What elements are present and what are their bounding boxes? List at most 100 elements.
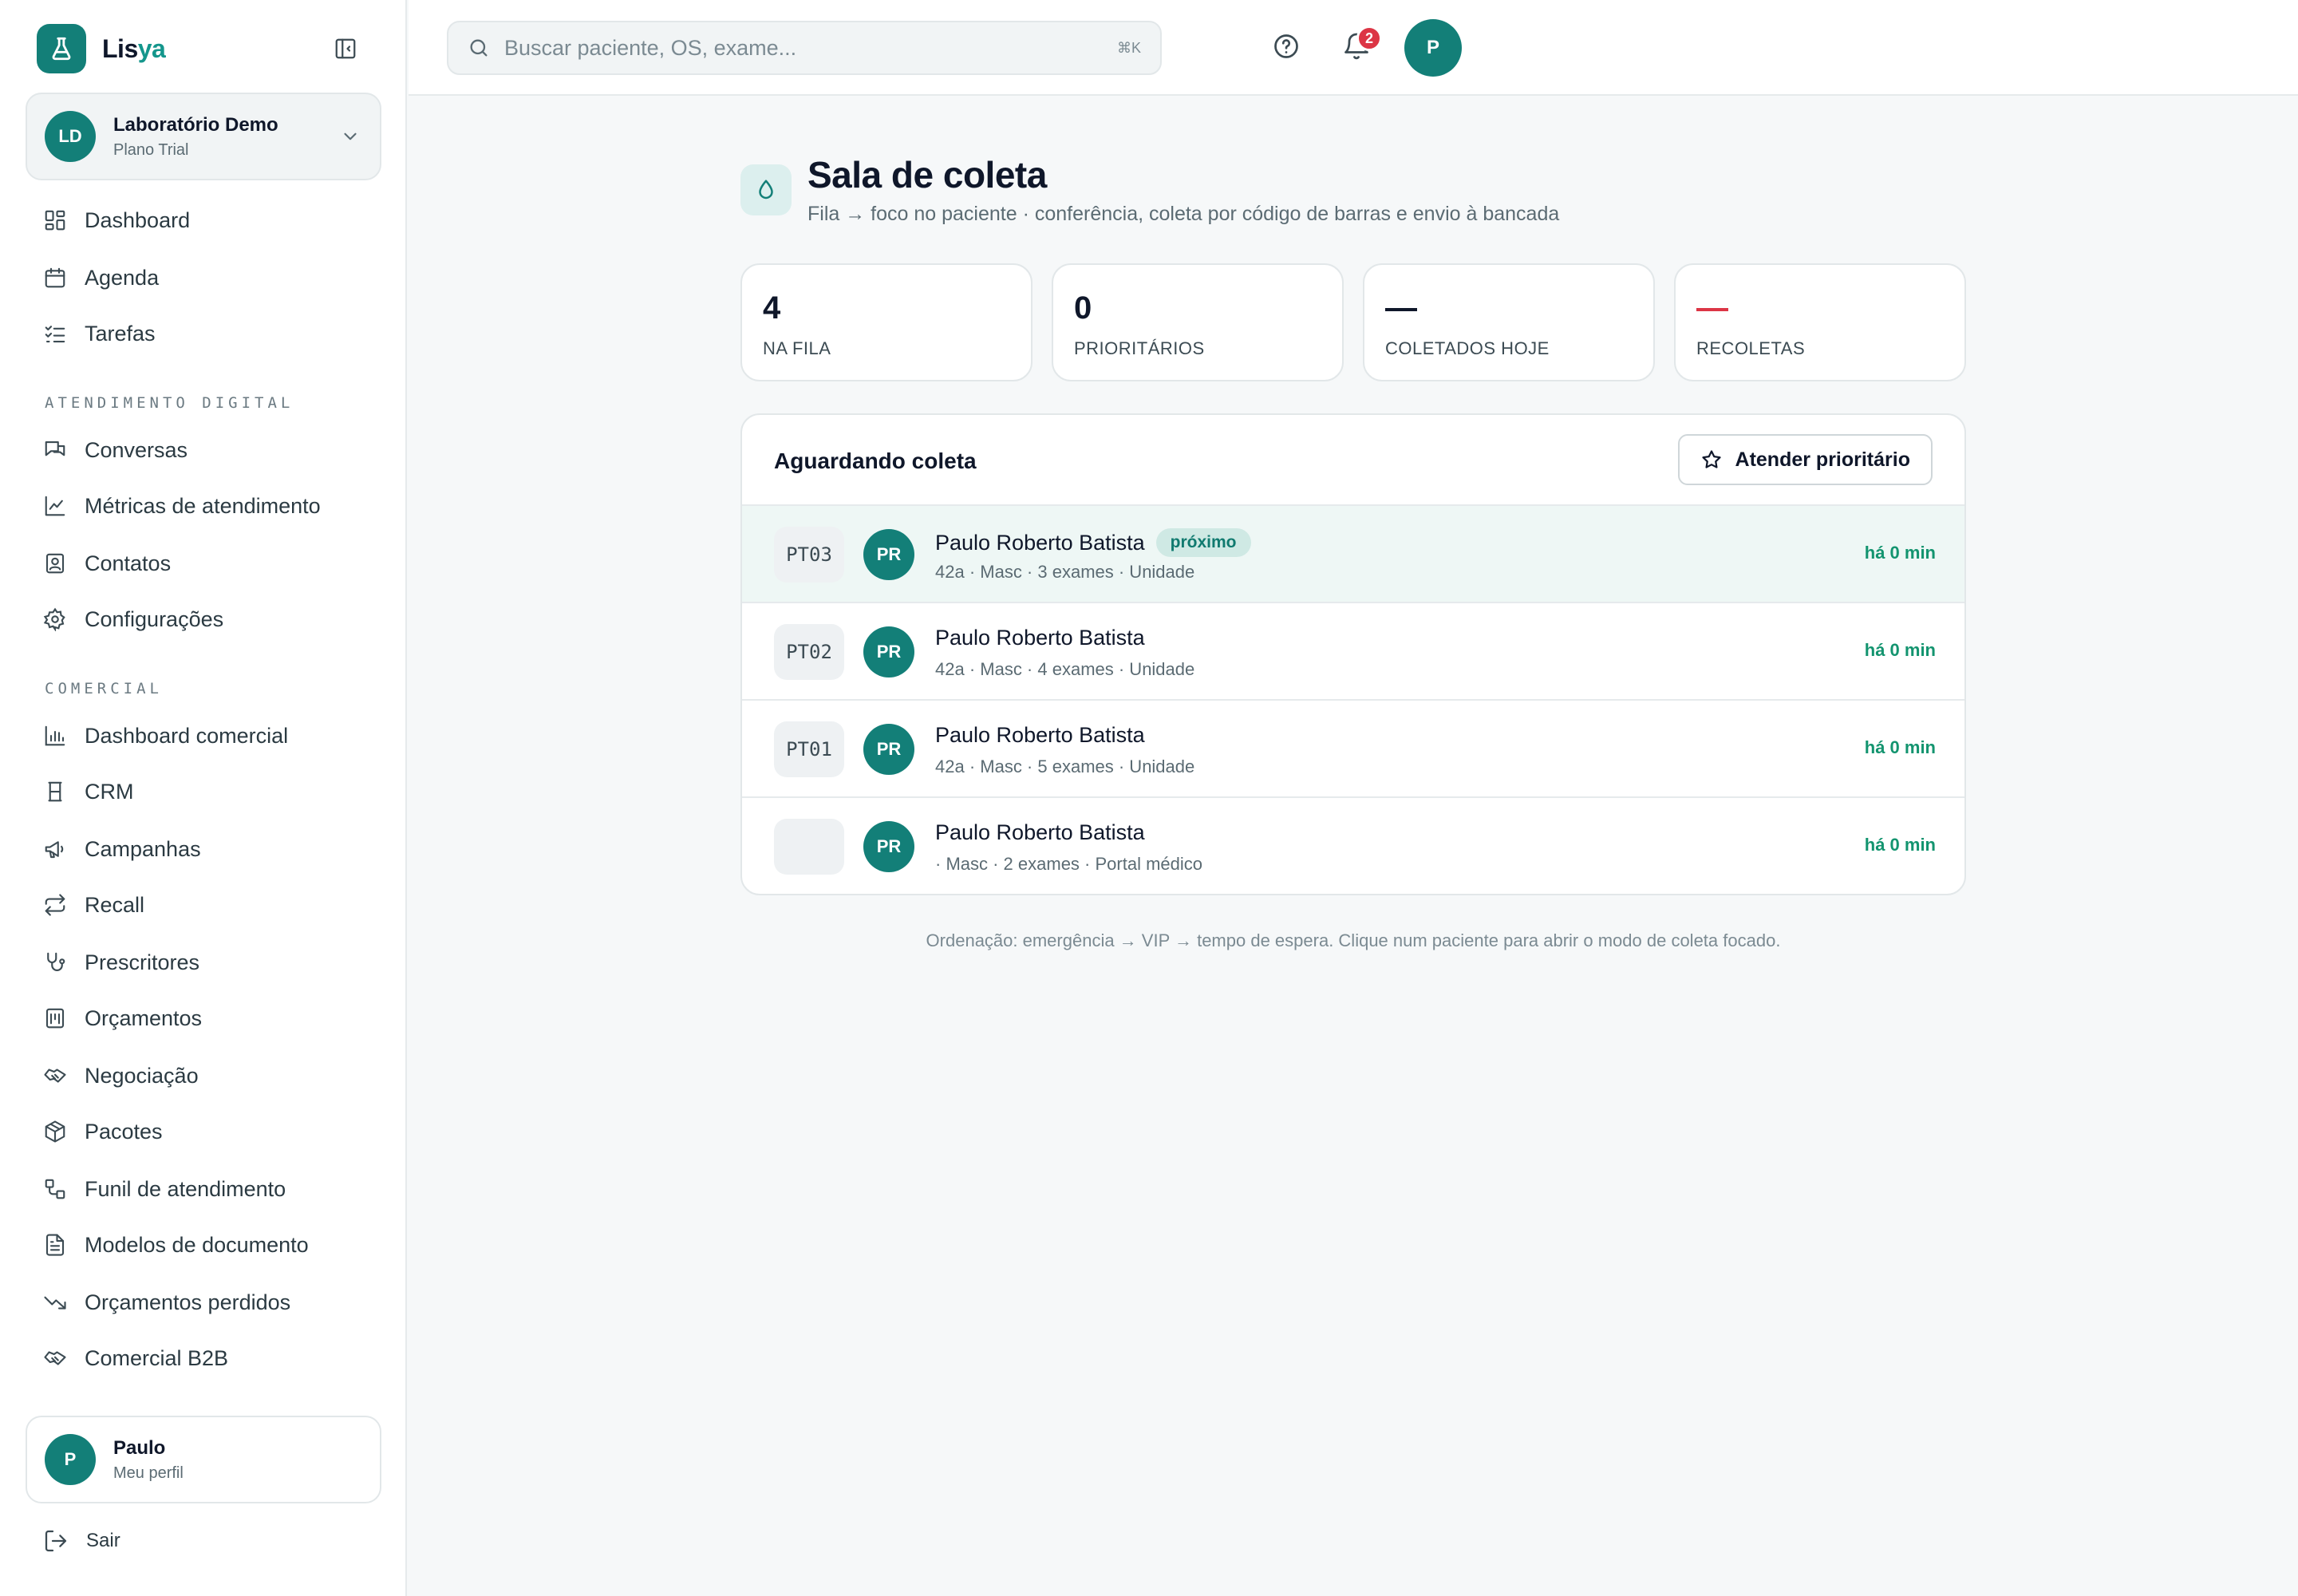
queue-title: Aguardando coleta — [774, 448, 977, 473]
sidebar: Lisya LD Laboratório Demo Plano Trial Da… — [0, 0, 407, 1596]
ticket-code: PT01 — [774, 721, 844, 777]
stat-value-dash — [1696, 308, 1728, 311]
contacts-icon — [43, 551, 67, 575]
patient-meta: 42a · Masc · 5 exames · Unidade — [935, 757, 1195, 776]
stat-label: NA FILA — [763, 338, 831, 358]
stat-value: 4 — [763, 290, 781, 326]
patient-avatar: PR — [863, 626, 914, 678]
queue-row[interactable]: PT02 PR Paulo Roberto Batista 42a · Masc… — [742, 602, 1964, 699]
wait-time: há 0 min — [1864, 543, 1936, 563]
stat-label: RECOLETAS — [1696, 338, 1806, 358]
sidebar-item-metricas[interactable]: Métricas de atendimento — [26, 482, 381, 530]
gear-icon — [43, 607, 67, 631]
page-subtitle: Fila → foco no paciente · conferência, c… — [807, 203, 1560, 225]
queue-row[interactable]: PT03 PR Paulo Roberto Batista próximo 42… — [742, 504, 1964, 602]
org-plan: Plano Trial — [113, 140, 189, 159]
patient-name: Paulo Roberto Batista — [935, 723, 1145, 747]
sidebar-item-campanhas[interactable]: Campanhas — [26, 825, 381, 873]
calculator-icon — [43, 1006, 67, 1030]
patient-name: Paulo Roberto Batista — [935, 626, 1145, 650]
page-title: Sala de coleta — [807, 154, 1047, 196]
search-shortcut: ⌘K — [1116, 39, 1141, 56]
help-icon — [1272, 32, 1301, 61]
patient-name: Paulo Roberto Batista próximo — [935, 528, 1251, 557]
sidebar-item-dashboard[interactable]: Dashboard — [26, 196, 381, 244]
patient-meta: 42a · Masc · 4 exames · Unidade — [935, 659, 1195, 679]
patient-meta: · Masc · 2 exames · Portal médico — [935, 854, 1202, 874]
stat-value: 0 — [1074, 290, 1092, 326]
search-input[interactable] — [504, 35, 1117, 61]
sidebar-item-pacotes[interactable]: Pacotes — [26, 1108, 381, 1156]
logout-icon — [43, 1528, 69, 1554]
queue-row[interactable]: PR Paulo Roberto Batista · Masc · 2 exam… — [742, 796, 1964, 894]
queue-panel: Aguardando coleta Atender prioritário PT… — [740, 413, 1966, 895]
wait-time: há 0 min — [1864, 835, 1936, 855]
workflow-icon — [43, 1177, 67, 1201]
ticket-code: PT03 — [774, 527, 844, 583]
repeat-icon — [43, 893, 67, 917]
sidebar-item-comercial-b2b[interactable]: Comercial B2B — [26, 1334, 381, 1382]
sidebar-item-funil[interactable]: Funil de atendimento — [26, 1165, 381, 1213]
sidebar-item-contatos[interactable]: Contatos — [26, 539, 381, 587]
dashboard-icon — [43, 208, 67, 232]
patient-meta: 42a · Masc · 3 exames · Unidade — [935, 562, 1195, 582]
brand[interactable]: Lisya — [37, 24, 166, 73]
sidebar-item-crm[interactable]: CRM — [26, 768, 381, 816]
patient-avatar: PR — [863, 821, 914, 872]
sidebar-item-conversas[interactable]: Conversas — [26, 426, 381, 474]
org-avatar: LD — [45, 111, 96, 162]
topbar: ⌘K 2 P — [409, 0, 2298, 96]
tasks-icon — [43, 322, 67, 346]
calendar-icon — [43, 266, 67, 290]
org-switcher[interactable]: LD Laboratório Demo Plano Trial — [26, 93, 381, 180]
wait-time: há 0 min — [1864, 640, 1936, 660]
stat-card-coletados-hoje: COLETADOS HOJE — [1363, 263, 1655, 381]
patient-avatar: PR — [863, 724, 914, 775]
sidebar-item-orcamentos[interactable]: Orçamentos — [26, 994, 381, 1042]
collapse-sidebar-icon[interactable] — [332, 35, 359, 62]
nav-section-comercial: COMERCIAL — [45, 680, 163, 697]
stat-label: PRIORITÁRIOS — [1074, 338, 1205, 358]
wait-time: há 0 min — [1864, 737, 1936, 757]
document-icon — [43, 1233, 67, 1257]
sidebar-item-orcamentos-perdidos[interactable]: Orçamentos perdidos — [26, 1278, 381, 1326]
patient-name: Paulo Roberto Batista — [935, 820, 1145, 844]
notification-badge: 2 — [1356, 26, 1382, 51]
queue-row[interactable]: PT01 PR Paulo Roberto Batista 42a · Masc… — [742, 699, 1964, 796]
flask-icon — [37, 24, 86, 73]
nav-section-digital: ATENDIMENTO DIGITAL — [45, 394, 294, 412]
sidebar-item-prescritores[interactable]: Prescritores — [26, 938, 381, 986]
search-box[interactable]: ⌘K — [447, 21, 1162, 75]
chat-icon — [43, 438, 67, 462]
next-badge: próximo — [1155, 528, 1251, 557]
profile-name: Paulo — [113, 1436, 166, 1459]
ticket-code: PT02 — [774, 624, 844, 680]
sidebar-item-configuracoes[interactable]: Configurações — [26, 595, 381, 643]
handshake-icon — [43, 1346, 67, 1370]
sidebar-item-agenda[interactable]: Agenda — [26, 254, 381, 302]
sidebar-item-recall[interactable]: Recall — [26, 881, 381, 929]
org-name: Laboratório Demo — [113, 113, 278, 136]
stat-value-dash — [1385, 308, 1417, 311]
stethoscope-icon — [43, 950, 67, 974]
search-icon — [468, 37, 490, 59]
trending-down-icon — [43, 1290, 67, 1314]
attend-priority-button[interactable]: Atender prioritário — [1677, 434, 1933, 485]
stat-card-recoletas: RECOLETAS — [1674, 263, 1966, 381]
sidebar-item-dashboard-comercial[interactable]: Dashboard comercial — [26, 712, 381, 760]
profile-avatar: P — [45, 1434, 96, 1485]
chevron-down-icon — [340, 126, 361, 147]
stat-card-prioritarios: 0 PRIORITÁRIOS — [1052, 263, 1344, 381]
droplet-icon — [740, 164, 792, 215]
profile-link: Meu perfil — [113, 1464, 184, 1482]
sidebar-item-negociacao[interactable]: Negociação — [26, 1052, 381, 1100]
crm-icon — [43, 780, 67, 804]
logout-button[interactable]: Sair — [43, 1528, 120, 1554]
profile-card[interactable]: P Paulo Meu perfil — [26, 1416, 381, 1503]
user-avatar[interactable]: P — [1404, 19, 1462, 77]
stat-label: COLETADOS HOJE — [1385, 338, 1550, 358]
bar-chart-icon — [43, 724, 67, 748]
sidebar-item-modelos[interactable]: Modelos de documento — [26, 1221, 381, 1269]
help-button[interactable] — [1272, 32, 1301, 61]
sidebar-item-tarefas[interactable]: Tarefas — [26, 310, 381, 358]
